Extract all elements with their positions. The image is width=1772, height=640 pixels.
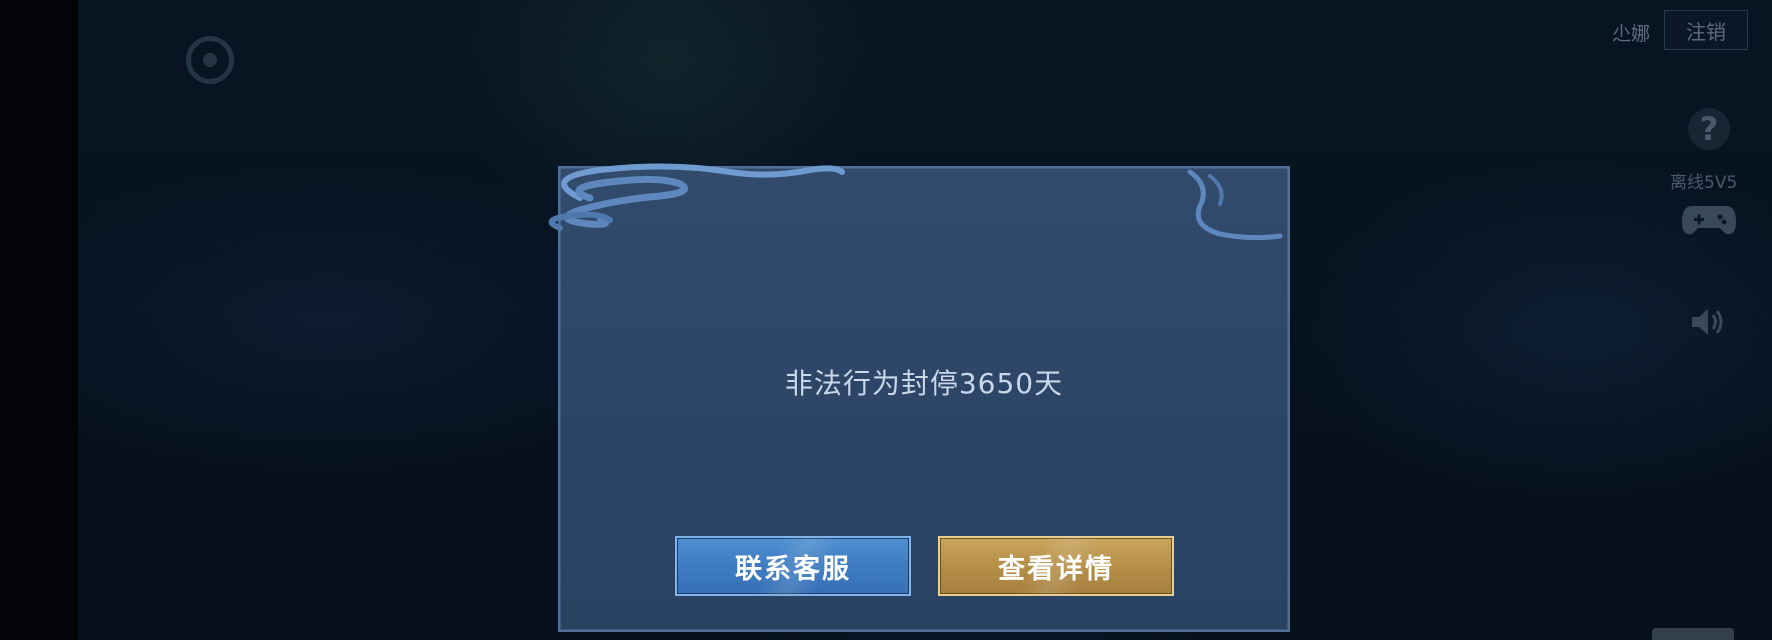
cloud-swirl-decoration (548, 163, 845, 231)
corner-swirl-decoration (1187, 169, 1283, 241)
contact-support-label: 联系客服 (735, 553, 851, 585)
view-details-button[interactable]: 查看详情 (938, 536, 1174, 596)
contact-support-button[interactable]: 联系客服 (675, 536, 911, 596)
ban-notice-dialog: 非法行为封停3650天 联系客服 查看详情 (548, 163, 1290, 632)
ban-message: 非法行为封停3650天 (784, 367, 1064, 400)
view-details-label: 查看详情 (998, 553, 1114, 585)
